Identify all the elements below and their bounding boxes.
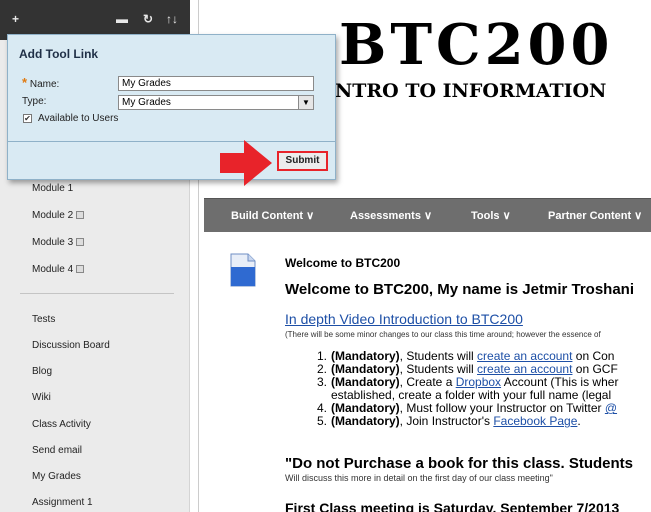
step-text: , Must follow your Instructor on Twitter [399,401,605,415]
menu-item-module-3[interactable]: Module 3 [32,237,85,248]
menu-item-label: Module 4 [32,264,74,275]
list-item: 5. (Mandatory), Join Instructor's Faceboo… [311,415,618,428]
menu-item-send-email[interactable]: Send email [32,445,82,456]
tools-menu[interactable]: Tools ∨ [471,209,511,222]
menu-item-tests[interactable]: Tests [32,314,55,325]
available-checkbox[interactable]: ✔ [23,114,32,123]
refresh-icon[interactable]: ↻ [143,12,153,26]
document-icon [230,253,256,287]
menu-item-assignment-1[interactable]: Assignment 1 [32,497,93,508]
step-tail: . [577,414,581,428]
step-text: established, create a folder with your f… [331,388,612,402]
menu-item-blog[interactable]: Blog [32,366,52,377]
first-class-notice: First Class meeting is Saturday, Septemb… [285,500,620,512]
type-select[interactable]: My Grades ▼ [118,95,314,110]
step-mandatory: (Mandatory) [331,349,400,363]
step-mandatory: (Mandatory) [331,414,400,428]
type-select-value: My Grades [122,97,171,108]
course-banner-title: BTC200 [339,12,614,78]
step-tail: on Con [572,349,615,363]
purchase-note: Will discuss this more in detail on the … [285,473,553,483]
menu-item-class-activity[interactable]: Class Activity [32,419,91,430]
menu-item-label: Module 2 [32,210,74,221]
available-label: Available to Users [38,113,119,124]
submit-button[interactable]: Submit [277,151,328,171]
step-mandatory: (Mandatory) [331,375,400,389]
item-title[interactable]: Welcome to BTC200 [285,256,400,270]
step-link[interactable]: Dropbox [456,375,501,389]
name-label-text: Name: [29,79,60,90]
menu-item-wiki[interactable]: Wiki [32,392,51,403]
step-tail: on GCF [572,362,618,376]
step-mandatory: (Mandatory) [331,362,400,376]
video-note: (There will be some minor changes to our… [285,330,601,339]
dialog-title: Add Tool Link [19,47,99,61]
menu-item-my-grades[interactable]: My Grades [32,471,81,482]
menu-item-discussion-board[interactable]: Discussion Board [32,340,110,351]
content-action-bar: Build Content ∨ Assessments ∨ Tools ∨ Pa… [204,198,651,232]
dialog-separator [8,141,335,142]
step-text: , Create a [399,375,456,389]
step-text: , Students will [399,349,478,363]
name-input[interactable] [118,76,314,91]
partner-content-menu[interactable]: Partner Content ∨ [548,209,642,222]
step-text: , Students will [399,362,478,376]
hidden-icon [76,211,85,220]
red-arrow-icon [220,140,272,186]
dropdown-arrow-icon[interactable]: ▼ [298,96,313,109]
type-label: Type: [22,96,47,107]
menu-item-module-4[interactable]: Module 4 [32,264,85,275]
build-content-menu[interactable]: Build Content ∨ [231,209,314,222]
name-label: * Name: [22,75,59,90]
menu-item-label: Module 1 [32,183,74,194]
step-link[interactable]: @ [605,401,617,415]
steps-list: 1. (Mandatory), Students will create an a… [311,350,618,428]
menu-item-label: Module 3 [32,237,74,248]
sort-icon[interactable]: ↑↓ [166,12,178,26]
required-icon: * [22,75,28,90]
welcome-heading: Welcome to BTC200, My name is Jetmir Tro… [285,281,634,298]
assessments-menu[interactable]: Assessments ∨ [350,209,432,222]
menu-item-module-2[interactable]: Module 2 [32,210,85,221]
video-intro-link[interactable]: In depth Video Introduction to BTC200 [285,311,523,327]
step-tail: Account (This is wher [501,375,619,389]
step-number: 5. [316,414,327,428]
course-banner-subtitle: INTRO TO INFORMATION [326,80,607,102]
hidden-icon [76,265,85,274]
step-text: , Join Instructor's [399,414,494,428]
hidden-icon [76,238,85,247]
step-link[interactable]: create an account [477,362,572,376]
purchase-notice: "Do not Purchase a book for this class. … [285,455,634,472]
step-number: 3. [316,375,327,389]
step-link[interactable]: create an account [477,349,572,363]
menu-item-module-1[interactable]: Module 1 [32,183,73,194]
folder-view-icon[interactable]: ▬ [116,12,128,26]
step-mandatory: (Mandatory) [331,401,400,415]
step-link[interactable]: Facebook Page [493,414,577,428]
menu-divider [20,293,174,294]
add-menu-item-icon[interactable]: + [12,12,19,26]
